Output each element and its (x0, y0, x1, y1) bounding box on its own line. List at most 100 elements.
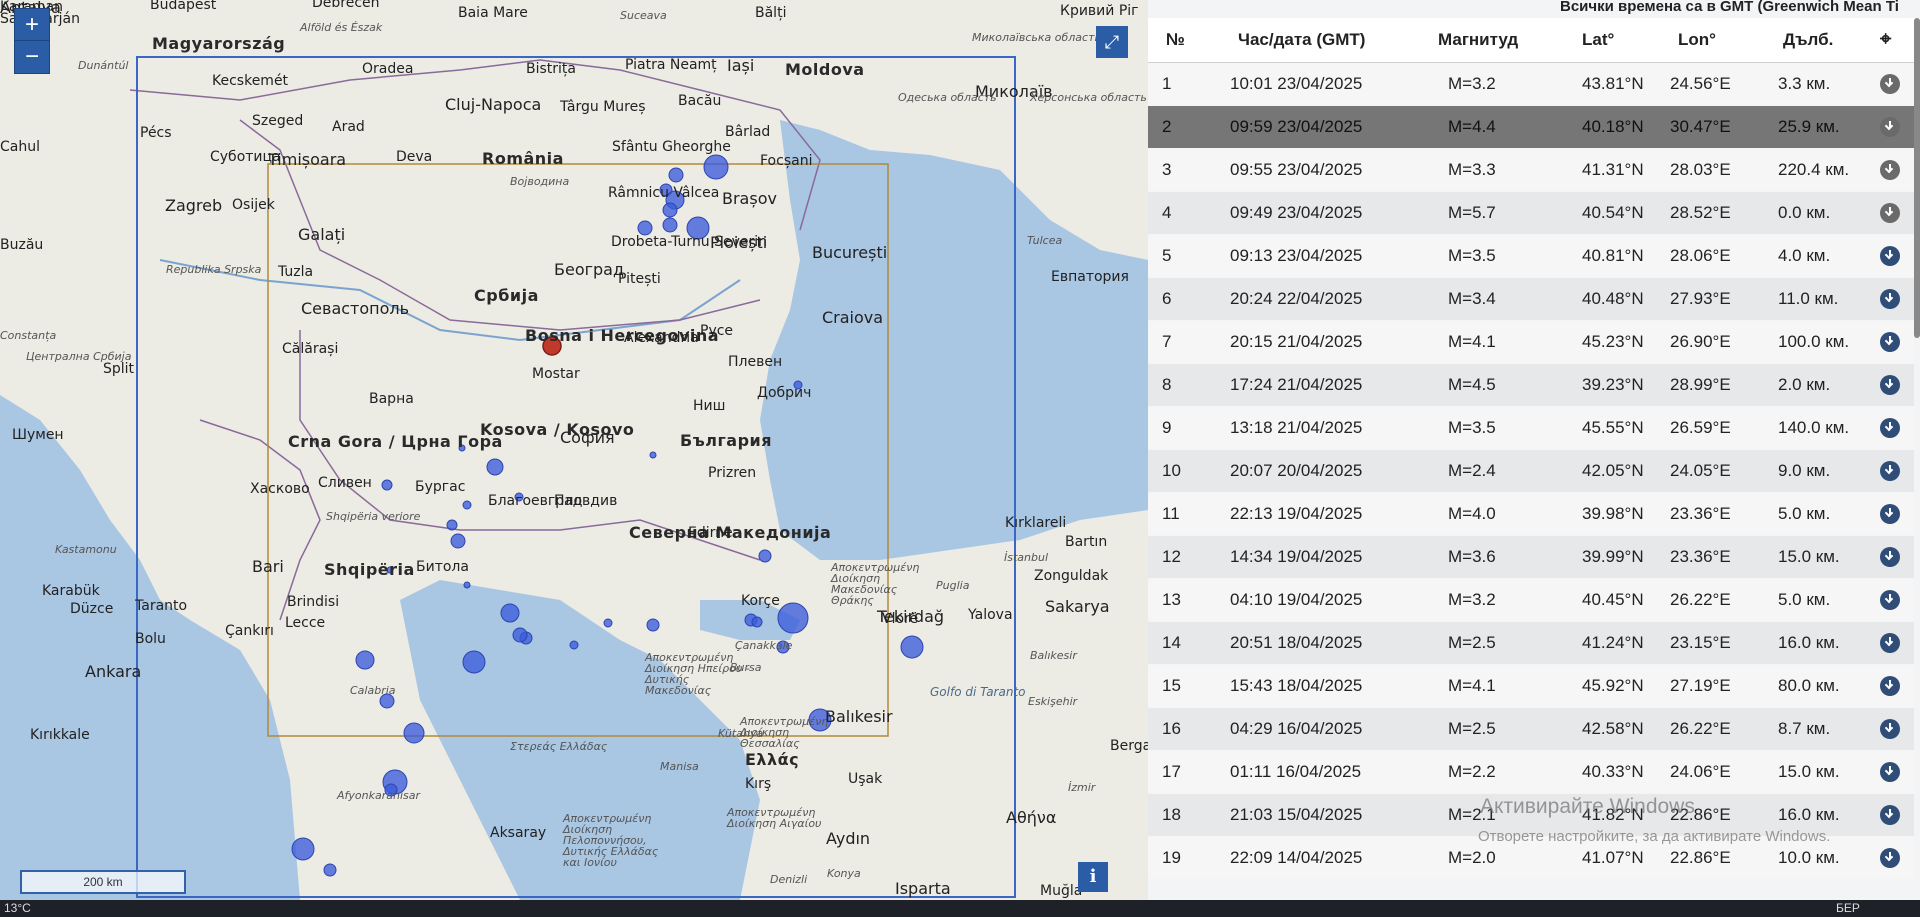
map-label: Сливен (318, 475, 372, 491)
table-scrollbar[interactable] (1914, 18, 1920, 338)
map-label: Shqipëria (324, 560, 415, 579)
download-icon[interactable] (1880, 461, 1900, 481)
header-depth[interactable]: Дълб. (1783, 30, 1833, 50)
cell-no: 16 (1162, 719, 1181, 738)
download-icon[interactable] (1880, 246, 1900, 266)
language-indicator[interactable]: БЕР (1836, 901, 1860, 915)
table-row[interactable]: 15 15:43 18/04/2025 M=4.1 45.92°N 27.19°E 80.… (1148, 665, 1914, 707)
zoom-in-button[interactable]: + (14, 8, 50, 42)
download-icon[interactable] (1880, 504, 1900, 524)
download-icon[interactable] (1880, 848, 1900, 868)
map-pin-icon[interactable]: ⌖ (1880, 28, 1891, 51)
download-icon[interactable] (1880, 160, 1900, 180)
cell-lon: 28.03°E (1670, 160, 1731, 179)
cell-time: 09:59 23/04/2025 (1230, 117, 1363, 136)
windows-activation-text: Отворете настройките, за да активирате W… (1478, 828, 1831, 845)
table-row[interactable]: 7 20:15 21/04/2025 M=4.1 45.23°N 26.90°E 100.… (1148, 321, 1914, 363)
table-row[interactable]: 17 01:11 16/04/2025 M=2.2 40.33°N 24.06°E 15.… (1148, 751, 1914, 793)
map-label: Shqipëria veriore (326, 510, 421, 523)
cell-no: 5 (1162, 246, 1172, 265)
cell-no: 3 (1162, 160, 1172, 179)
download-icon[interactable] (1880, 547, 1900, 567)
cell-lon: 22.86°E (1670, 848, 1731, 867)
cell-no: 10 (1162, 461, 1181, 480)
table-header: № Час/дата (GMT) Магнитуд Lat° Lon° Дълб… (1148, 18, 1920, 63)
cell-no: 15 (1162, 676, 1181, 695)
quake-marker (355, 650, 375, 670)
table-row[interactable]: 13 04:10 19/04/2025 M=3.2 40.45°N 26.22°E 5.0… (1148, 579, 1914, 621)
cell-time: 20:24 22/04/2025 (1230, 289, 1363, 308)
cell-depth: 9.0 км. (1778, 461, 1831, 480)
table-row[interactable]: 5 09:13 23/04/2025 M=3.5 40.81°N 28.06°E 4.0 … (1148, 235, 1914, 277)
table-row[interactable]: 14 20:51 18/04/2025 M=2.5 41.24°N 23.15°E 16.… (1148, 622, 1914, 664)
table-row[interactable]: 11 22:13 19/04/2025 M=4.0 39.98°N 23.36°E 5.0… (1148, 493, 1914, 535)
table-row[interactable]: 10 20:07 20/04/2025 M=2.4 42.05°N 24.05°E 9.0… (1148, 450, 1914, 492)
zoom-out-button[interactable]: − (14, 40, 50, 74)
map-canvas[interactable] (0, 0, 1148, 900)
table-row[interactable]: 8 17:24 21/04/2025 M=4.5 39.23°N 28.99°E 2.0 … (1148, 364, 1914, 406)
table-row[interactable]: 9 13:18 21/04/2025 M=3.5 45.55°N 26.59°E 140.… (1148, 407, 1914, 449)
cell-depth: 0.0 км. (1778, 203, 1831, 222)
cell-depth: 16.0 км. (1778, 633, 1840, 652)
download-icon[interactable] (1880, 203, 1900, 223)
map-label: Osijek (232, 197, 275, 213)
map-label: Aksaray (490, 825, 547, 841)
table-row[interactable]: 12 14:34 19/04/2025 M=3.6 39.99°N 23.36°E 15.… (1148, 536, 1914, 578)
table-row[interactable]: 4 09:49 23/04/2025 M=5.7 40.54°N 28.52°E 0.0 … (1148, 192, 1914, 234)
cell-mag: M=4.1 (1448, 332, 1496, 351)
map-label: Lecce (285, 615, 326, 631)
download-icon[interactable] (1880, 633, 1900, 653)
map-label: Galați (298, 225, 346, 244)
map-label: București (812, 243, 888, 262)
map-label: Плевен (728, 354, 783, 370)
expand-icon[interactable]: ⤢ (1096, 26, 1128, 58)
quake-marker (500, 603, 520, 623)
download-icon[interactable] (1880, 805, 1900, 825)
quake-marker (463, 581, 471, 589)
cell-lat: 42.58°N (1582, 719, 1644, 738)
cell-mag: M=2.0 (1448, 848, 1496, 867)
download-icon[interactable] (1880, 719, 1900, 739)
header-lat[interactable]: Lat° (1582, 30, 1614, 50)
download-icon[interactable] (1880, 590, 1900, 610)
map-label: Manisa (660, 760, 699, 773)
table-row[interactable]: 3 09:55 23/04/2025 M=3.3 41.31°N 28.03°E 220.… (1148, 149, 1914, 191)
map-label: Oradea (362, 61, 414, 77)
table-row[interactable]: 2 09:59 23/04/2025 M=4.4 40.18°N 30.47°E 25.9… (1148, 106, 1914, 148)
map-label: Düzce (70, 601, 114, 617)
cell-depth: 25.9 км. (1778, 117, 1840, 136)
map-label: Bolu (135, 631, 166, 647)
cell-depth: 4.0 км. (1778, 246, 1831, 265)
header-number[interactable]: № (1166, 30, 1185, 50)
header-lon[interactable]: Lon° (1678, 30, 1716, 50)
map-label: Edirne (688, 525, 733, 541)
download-icon[interactable] (1880, 418, 1900, 438)
download-icon[interactable] (1880, 332, 1900, 352)
download-icon[interactable] (1880, 762, 1900, 782)
table-row[interactable]: 1 10:01 23/04/2025 M=3.2 43.81°N 24.56°E 3.3 … (1148, 63, 1914, 105)
download-icon[interactable] (1880, 289, 1900, 309)
info-button[interactable]: i (1078, 862, 1108, 892)
cell-no: 4 (1162, 203, 1172, 222)
header-magnitude[interactable]: Магнитуд (1438, 30, 1518, 50)
weather-widget[interactable]: 13°C (4, 901, 31, 915)
table-row[interactable]: 6 20:24 22/04/2025 M=3.4 40.48°N 27.93°E 11.0… (1148, 278, 1914, 320)
header-time[interactable]: Час/дата (GMT) (1238, 30, 1365, 50)
map-label: София (560, 428, 615, 447)
table-row[interactable]: 16 04:29 16/04/2025 M=2.5 42.58°N 26.22°E 8.7… (1148, 708, 1914, 750)
cell-depth: 100.0 км. (1778, 332, 1850, 351)
map-label: Севастополь (301, 299, 410, 318)
cell-lon: 30.47°E (1670, 117, 1731, 136)
map-label: Kırklareli (1005, 515, 1067, 531)
cell-lat: 39.98°N (1582, 504, 1644, 523)
cell-lat: 39.23°N (1582, 375, 1644, 394)
download-icon[interactable] (1880, 676, 1900, 696)
download-icon[interactable] (1880, 375, 1900, 395)
map-label: Târgu Mureș (560, 99, 646, 115)
map-label: Pécs (140, 125, 172, 141)
download-icon[interactable] (1880, 74, 1900, 94)
map-label: Tulcea (1027, 234, 1063, 247)
download-icon[interactable] (1880, 117, 1900, 137)
earthquake-map[interactable]: Budapest Debrecen Baia Mare Suceava Bălți Кри… (0, 0, 1148, 900)
cell-lon: 28.99°E (1670, 375, 1731, 394)
